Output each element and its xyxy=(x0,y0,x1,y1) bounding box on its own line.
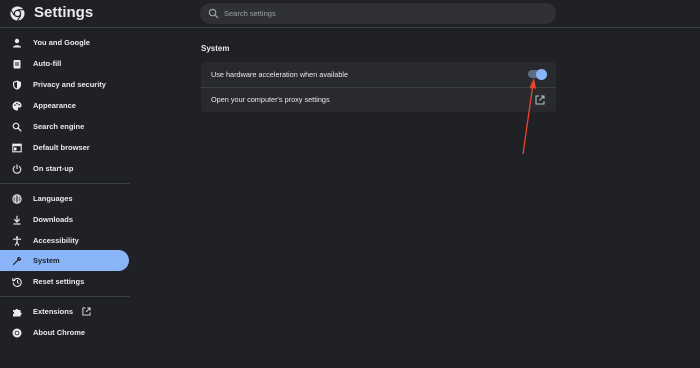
sidebar-item-label: Reset settings xyxy=(33,277,85,286)
palette-icon xyxy=(12,101,22,111)
sidebar-item-search-engine[interactable]: Search engine xyxy=(0,116,129,137)
download-icon xyxy=(12,215,22,225)
row-label: Open your computer's proxy settings xyxy=(211,95,330,104)
clipboard-icon xyxy=(12,59,22,69)
system-settings-card: Use hardware acceleration when available… xyxy=(201,62,556,112)
sidebar-item-label: Search engine xyxy=(33,122,85,131)
search-box[interactable] xyxy=(200,3,556,24)
open-in-new-icon xyxy=(82,307,91,316)
sidebar-item-downloads[interactable]: Downloads xyxy=(0,209,129,230)
search-icon xyxy=(12,122,22,132)
sidebar-item-label: Appearance xyxy=(33,101,76,110)
section-title: System xyxy=(201,44,230,53)
header: Settings xyxy=(0,0,700,28)
sidebar-item-appearance[interactable]: Appearance xyxy=(0,95,129,116)
sidebar-item-label: About Chrome xyxy=(33,328,86,337)
sidebar-item-label: On start-up xyxy=(33,164,74,173)
sidebar-item-languages[interactable]: Languages xyxy=(0,188,129,209)
sidebar-item-you-and-google[interactable]: You and Google xyxy=(0,32,129,53)
chrome-logo-icon xyxy=(10,6,25,21)
chrome-icon xyxy=(12,328,22,338)
sidebar-item-label: Auto-fill xyxy=(33,59,62,68)
row-label: Use hardware acceleration when available xyxy=(211,70,349,79)
sidebar-item-label: Languages xyxy=(33,194,73,203)
sidebar-divider xyxy=(0,183,130,184)
sidebar-item-label: System xyxy=(33,256,60,265)
sidebar-item-reset-settings[interactable]: Reset settings xyxy=(0,271,129,292)
sidebar-item-default-browser[interactable]: Default browser xyxy=(0,137,129,158)
sidebar-item-label: Extensions xyxy=(33,307,74,316)
power-icon xyxy=(12,164,22,174)
browser-icon xyxy=(12,143,22,153)
sidebar-item-on-start-up[interactable]: On start-up xyxy=(0,158,129,179)
sidebar-item-label: Default browser xyxy=(33,143,90,152)
open-in-new-icon[interactable] xyxy=(535,95,545,105)
sidebar-divider xyxy=(0,296,130,297)
hardware-acceleration-toggle[interactable] xyxy=(528,68,547,80)
sidebar-item-auto-fill[interactable]: Auto-fill xyxy=(0,53,129,74)
sidebar-item-label: You and Google xyxy=(33,38,90,47)
toggle-knob xyxy=(536,68,547,80)
sidebar-item-privacy[interactable]: Privacy and security xyxy=(0,74,129,95)
sidebar: You and Google Auto-fill Privacy and sec… xyxy=(0,28,132,368)
sidebar-item-system[interactable]: System xyxy=(0,250,129,271)
sidebar-item-label: Downloads xyxy=(33,215,74,224)
sidebar-item-about-chrome[interactable]: About Chrome xyxy=(0,322,129,343)
hardware-acceleration-row[interactable]: Use hardware acceleration when available xyxy=(201,62,556,87)
proxy-settings-row[interactable]: Open your computer's proxy settings xyxy=(201,87,556,112)
sidebar-item-label: Privacy and security xyxy=(33,80,106,89)
globe-icon xyxy=(12,193,22,204)
search-input[interactable] xyxy=(224,3,544,24)
sidebar-item-extensions[interactable]: Extensions xyxy=(0,301,129,322)
history-icon xyxy=(12,277,22,287)
sidebar-item-accessibility[interactable]: Accessibility xyxy=(0,230,129,251)
shield-icon xyxy=(12,80,22,90)
person-icon xyxy=(12,38,22,48)
app-title: Settings xyxy=(34,4,94,21)
sidebar-item-label: Accessibility xyxy=(33,236,79,245)
search-icon xyxy=(208,8,219,19)
accessibility-icon xyxy=(12,235,22,246)
puzzle-icon xyxy=(12,307,22,317)
wrench-icon xyxy=(12,256,22,266)
